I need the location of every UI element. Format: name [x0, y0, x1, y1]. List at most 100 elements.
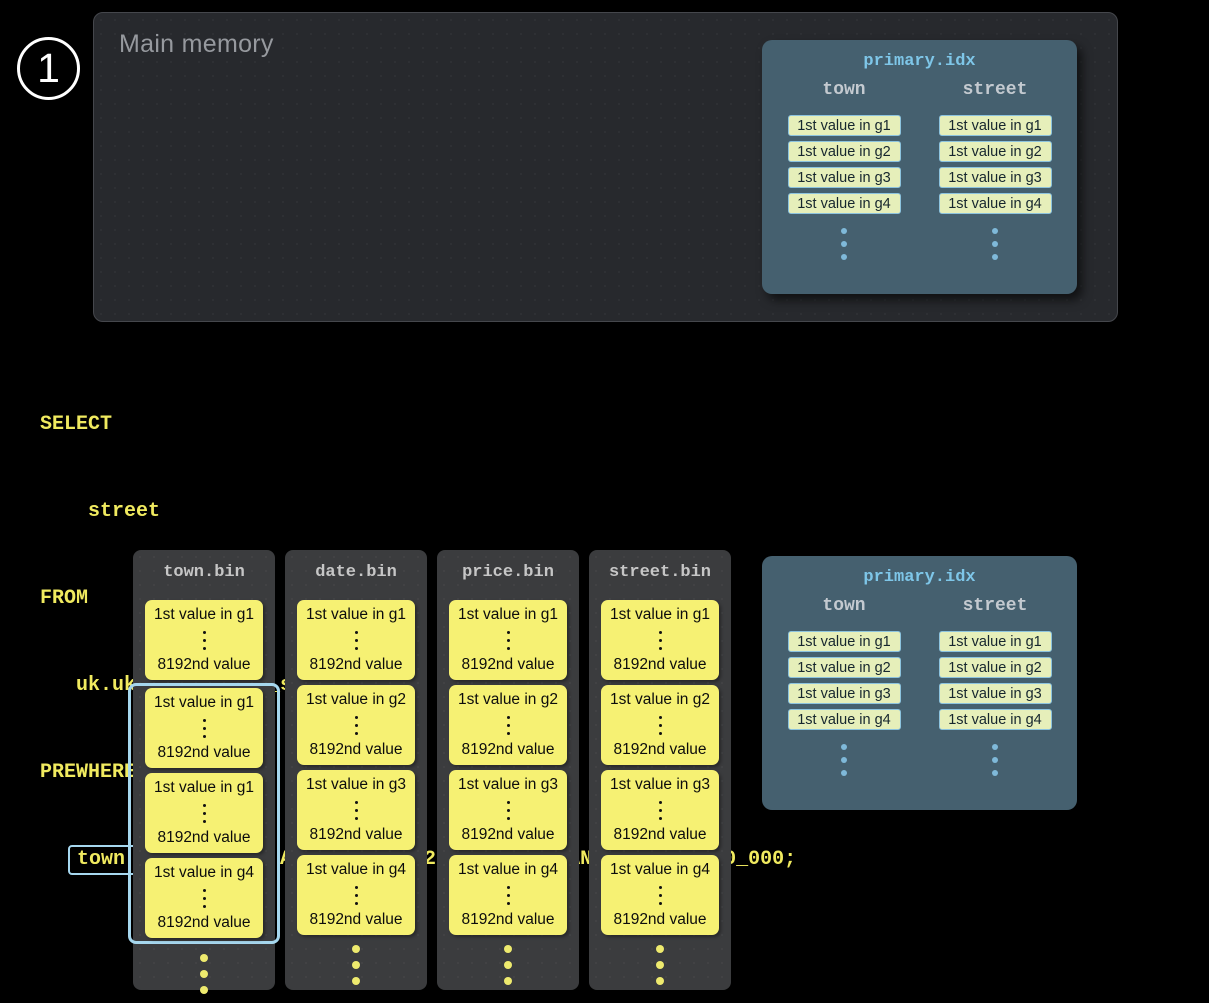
idx-column-street: street 1st value in g1 1st value in g2 1… — [938, 80, 1052, 260]
granule-first-value: 1st value in g4 — [306, 861, 406, 879]
granule-last-value: 8192nd value — [309, 911, 402, 929]
granule-last-value: 8192nd value — [157, 829, 250, 847]
vertical-ellipsis-icon — [992, 228, 998, 260]
selected-granules-outline: 1st value in g1 8192nd value 1st value i… — [128, 683, 280, 944]
granule-block: 1st value in g1 8192nd value — [297, 600, 415, 680]
granule-block: 1st value in g1 8192nd value — [145, 773, 263, 853]
vertical-ellipsis-icon — [507, 886, 510, 905]
bin-column-town: town.bin 1st value in g1 8192nd value 1s… — [133, 550, 275, 990]
granule-last-value: 8192nd value — [461, 656, 554, 674]
granule-last-value: 8192nd value — [461, 826, 554, 844]
primary-idx-title: primary.idx — [762, 556, 1077, 587]
vertical-ellipsis-icon — [203, 631, 206, 650]
granule-block: 1st value in g3 8192nd value — [601, 770, 719, 850]
granule-last-value: 8192nd value — [613, 741, 706, 759]
idx-cell: 1st value in g4 — [939, 193, 1052, 214]
granule-first-value: 1st value in g3 — [610, 776, 710, 794]
granule-block: 1st value in g4 8192nd value — [297, 855, 415, 935]
bin-column-title: street.bin — [589, 550, 731, 600]
granule-last-value: 8192nd value — [309, 656, 402, 674]
vertical-ellipsis-icon — [355, 886, 358, 905]
granule-first-value: 1st value in g1 — [154, 694, 254, 712]
granule-last-value: 8192nd value — [309, 826, 402, 844]
idx-cell: 1st value in g1 — [788, 631, 901, 652]
idx-cell: 1st value in g3 — [939, 167, 1052, 188]
granule-first-value: 1st value in g1 — [610, 606, 710, 624]
vertical-ellipsis-icon — [203, 719, 206, 738]
granule-block: 1st value in g3 8192nd value — [449, 770, 567, 850]
idx-column-header-town: town — [822, 596, 865, 616]
idx-column-header-street: street — [963, 80, 1028, 100]
idx-cell: 1st value in g1 — [939, 115, 1052, 136]
granule-first-value: 1st value in g2 — [306, 691, 406, 709]
granule-last-value: 8192nd value — [157, 744, 250, 762]
idx-cell: 1st value in g4 — [788, 193, 901, 214]
idx-cell: 1st value in g2 — [788, 141, 901, 162]
idx-cell: 1st value in g1 — [939, 631, 1052, 652]
granule-block: 1st value in g4 8192nd value — [449, 855, 567, 935]
idx-cell: 1st value in g2 — [939, 141, 1052, 162]
granule-last-value: 8192nd value — [613, 656, 706, 674]
bin-column-street: street.bin 1st value in g1 8192nd value … — [589, 550, 731, 990]
vertical-ellipsis-icon — [203, 889, 206, 908]
granule-first-value: 1st value in g2 — [458, 691, 558, 709]
granule-first-value: 1st value in g1 — [154, 606, 254, 624]
granule-first-value: 1st value in g4 — [458, 861, 558, 879]
granule-block: 1st value in g3 8192nd value — [297, 770, 415, 850]
granule-block: 1st value in g1 8192nd value — [601, 600, 719, 680]
idx-cell: 1st value in g3 — [939, 683, 1052, 704]
main-memory-title: Main memory — [119, 30, 274, 59]
vertical-ellipsis-icon — [841, 744, 847, 776]
primary-idx-panel-top: primary.idx town 1st value in g1 1st val… — [762, 40, 1077, 294]
granule-first-value: 1st value in g2 — [610, 691, 710, 709]
vertical-ellipsis-icon — [659, 716, 662, 735]
vertical-ellipsis-icon — [355, 631, 358, 650]
vertical-ellipsis-icon — [355, 716, 358, 735]
granule-block: 1st value in g2 8192nd value — [297, 685, 415, 765]
bin-column-title: date.bin — [285, 550, 427, 600]
sql-line-street: street — [40, 497, 796, 526]
granule-first-value: 1st value in g1 — [306, 606, 406, 624]
granule-block: 1st value in g1 8192nd value — [145, 600, 263, 680]
step-number: 1 — [37, 45, 60, 92]
granule-first-value: 1st value in g4 — [610, 861, 710, 879]
bin-column-title: town.bin — [133, 550, 275, 600]
step-1-badge: 1 — [17, 37, 80, 100]
granule-block: 1st value in g4 8192nd value — [145, 858, 263, 938]
granule-block: 1st value in g4 8192nd value — [601, 855, 719, 935]
sql-line-select: SELECT — [40, 410, 796, 439]
granule-block: 1st value in g1 8192nd value — [449, 600, 567, 680]
granule-block: 1st value in g2 8192nd value — [601, 685, 719, 765]
idx-column-street: street 1st value in g1 1st value in g2 1… — [938, 596, 1052, 776]
bin-column-title: price.bin — [437, 550, 579, 600]
granule-last-value: 8192nd value — [461, 741, 554, 759]
idx-cell: 1st value in g4 — [939, 709, 1052, 730]
vertical-ellipsis-icon — [589, 945, 731, 985]
idx-cell: 1st value in g2 — [939, 657, 1052, 678]
primary-idx-columns: town 1st value in g1 1st value in g2 1st… — [762, 80, 1077, 260]
bin-column-price: price.bin 1st value in g1 8192nd value 1… — [437, 550, 579, 990]
main-memory-box: Main memory primary.idx town 1st value i… — [93, 12, 1118, 322]
idx-cell: 1st value in g1 — [788, 115, 901, 136]
idx-cell: 1st value in g2 — [788, 657, 901, 678]
vertical-ellipsis-icon — [507, 631, 510, 650]
granule-last-value: 8192nd value — [157, 656, 250, 674]
vertical-ellipsis-icon — [841, 228, 847, 260]
vertical-ellipsis-icon — [659, 886, 662, 905]
vertical-ellipsis-icon — [355, 801, 358, 820]
granule-last-value: 8192nd value — [613, 911, 706, 929]
granule-first-value: 1st value in g1 — [458, 606, 558, 624]
vertical-ellipsis-icon — [203, 804, 206, 823]
primary-idx-columns: town 1st value in g1 1st value in g2 1st… — [762, 596, 1077, 776]
vertical-ellipsis-icon — [285, 945, 427, 985]
idx-column-header-street: street — [963, 596, 1028, 616]
granule-block: 1st value in g2 8192nd value — [449, 685, 567, 765]
vertical-ellipsis-icon — [659, 801, 662, 820]
granule-first-value: 1st value in g1 — [154, 779, 254, 797]
vertical-ellipsis-icon — [659, 631, 662, 650]
granule-first-value: 1st value in g4 — [154, 864, 254, 882]
granule-first-value: 1st value in g3 — [458, 776, 558, 794]
primary-idx-panel-bottom: primary.idx town 1st value in g1 1st val… — [762, 556, 1077, 810]
bin-column-date: date.bin 1st value in g1 8192nd value 1s… — [285, 550, 427, 990]
granule-last-value: 8192nd value — [309, 741, 402, 759]
